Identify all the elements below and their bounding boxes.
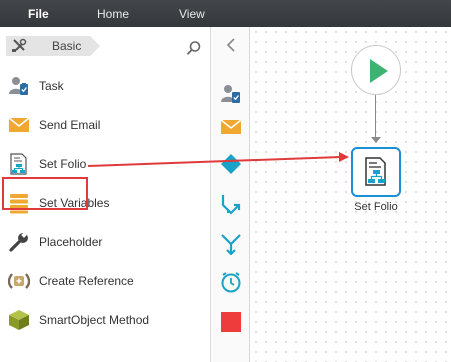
search-icon[interactable]	[186, 40, 202, 56]
toolbox-item-placeholder[interactable]: Placeholder	[0, 223, 211, 259]
user-task-icon[interactable]	[220, 83, 242, 105]
split-icon[interactable]	[220, 193, 242, 215]
toolbox-item-label: Set Folio	[39, 157, 87, 171]
envelope-icon[interactable]	[220, 116, 242, 138]
tools-icon[interactable]	[6, 36, 32, 56]
menu-bar: File Home View	[0, 0, 451, 27]
breadcrumb-basic[interactable]: Basic	[32, 36, 100, 56]
toolbox-item-create-reference[interactable]: Create Reference	[0, 262, 211, 298]
timer-icon[interactable]	[220, 271, 242, 293]
menu-home[interactable]: Home	[97, 7, 129, 21]
set-folio-icon	[8, 153, 30, 175]
wrench-icon	[8, 231, 30, 253]
toolbox-panel: Basic Task Send Email Set Folio Set Vari…	[0, 27, 211, 362]
menu-view[interactable]: View	[179, 7, 205, 21]
toolbox-item-label: Task	[39, 79, 64, 93]
highlight-box	[2, 177, 88, 210]
smartobject-cube-icon	[8, 309, 30, 331]
toolbox-item-label: SmartObject Method	[39, 313, 150, 327]
set-folio-step[interactable]	[351, 147, 401, 197]
start-node[interactable]	[351, 45, 401, 95]
play-icon	[370, 59, 388, 83]
icon-strip	[212, 27, 250, 362]
toolbox-item-label: Create Reference	[39, 274, 134, 288]
end-square-icon[interactable]	[220, 311, 242, 333]
user-task-icon	[8, 75, 30, 97]
set-folio-step-label: Set Folio	[354, 201, 398, 213]
menu-file[interactable]: File	[28, 7, 49, 21]
set-folio-icon	[365, 157, 386, 186]
create-reference-icon	[7, 270, 31, 292]
toolbox-item-send-email[interactable]: Send Email	[0, 106, 211, 142]
chevron-left-icon[interactable]	[224, 37, 238, 53]
envelope-icon	[8, 114, 30, 136]
toolbox-item-label: Send Email	[39, 118, 101, 132]
toolbox-item-smartobject-method[interactable]: SmartObject Method	[0, 301, 211, 337]
design-canvas[interactable]: Set Folio	[251, 27, 451, 362]
connector-arrowhead	[371, 137, 381, 143]
connector-line[interactable]	[375, 95, 376, 140]
toolbox-item-label: Placeholder	[39, 235, 103, 249]
breadcrumb: Basic	[0, 32, 211, 60]
toolbox-item-task[interactable]: Task	[0, 67, 211, 103]
decision-diamond-icon[interactable]	[220, 153, 242, 175]
toolbox-item-set-folio[interactable]: Set Folio	[0, 145, 211, 181]
merge-icon[interactable]	[220, 233, 242, 256]
